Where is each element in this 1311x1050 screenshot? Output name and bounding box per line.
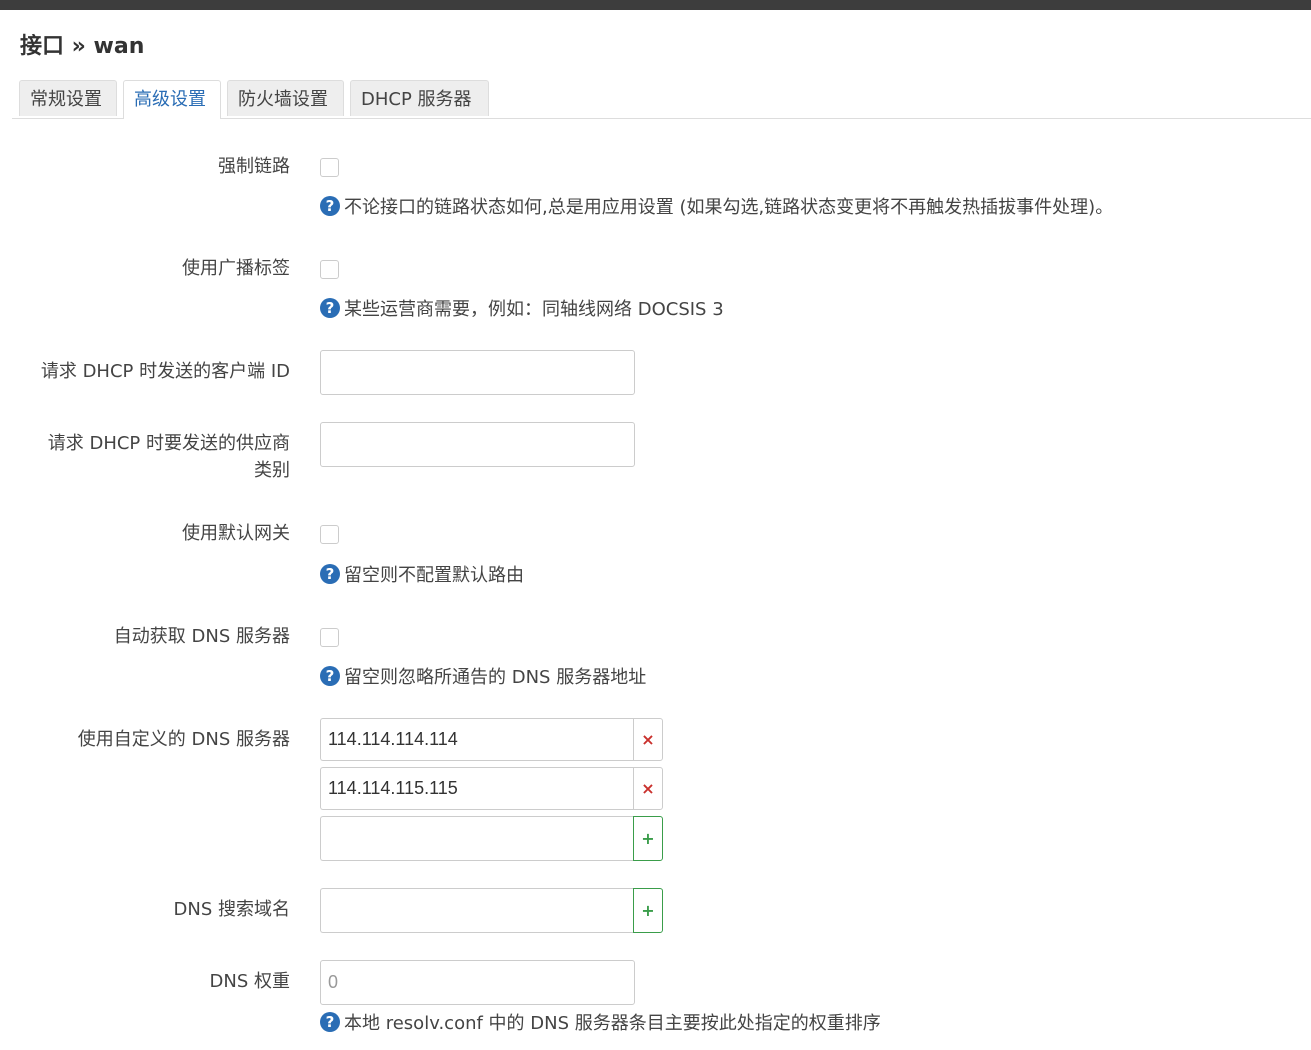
custom-dns-entry: 114.114.114.114 × (320, 718, 663, 761)
custom-dns-input[interactable]: 114.114.115.115 (320, 767, 633, 810)
add-dns-search-button[interactable]: + (633, 888, 663, 933)
custom-dns-new-entry: + (320, 816, 663, 861)
vendor-class-label: 请求 DHCP 时要发送的供应商 类别 (48, 430, 290, 484)
default-gateway-help-text: 留空则不配置默认路由 (344, 565, 524, 586)
broadcast-flag-checkbox[interactable] (320, 260, 339, 279)
dns-search-input[interactable] (320, 888, 633, 933)
vendor-class-input[interactable] (320, 422, 635, 467)
client-id-input[interactable] (320, 350, 635, 395)
tab-firewall[interactable]: 防火墙设置 (227, 80, 344, 116)
default-gateway-label: 使用默认网关 (182, 523, 290, 544)
peer-dns-checkbox[interactable] (320, 628, 339, 647)
vendor-class-label-line2: 类别 (254, 460, 290, 481)
peer-dns-help: ? 留空则忽略所通告的 DNS 服务器地址 (320, 666, 646, 690)
top-bar (0, 0, 1311, 10)
force-link-help: ? 不论接口的链路状态如何,总是用应用设置 (如果勾选,链路状态变更将不再触发热插… (320, 196, 1113, 220)
force-link-checkbox[interactable] (320, 158, 339, 177)
dns-weight-help: ? 本地 resolv.conf 中的 DNS 服务器条目主要按此处指定的权重排序 (320, 1012, 881, 1036)
page-title: 接口 » wan (20, 34, 145, 59)
default-gateway-help: ? 留空则不配置默认路由 (320, 564, 524, 588)
dns-search-entry: + (320, 888, 663, 933)
broadcast-flag-label: 使用广播标签 (182, 258, 290, 279)
peer-dns-label: 自动获取 DNS 服务器 (113, 626, 290, 647)
vendor-class-label-line1: 请求 DHCP 时要发送的供应商 (47, 433, 290, 454)
add-dns-button[interactable]: + (633, 816, 663, 861)
peer-dns-help-text: 留空则忽略所通告的 DNS 服务器地址 (344, 667, 647, 688)
force-link-help-text: 不论接口的链路状态如何,总是用应用设置 (如果勾选,链路状态变更将不再触发热插拔… (344, 197, 1114, 218)
custom-dns-input[interactable]: 114.114.114.114 (320, 718, 633, 761)
question-circle-icon: ? (320, 666, 340, 686)
dns-weight-label: DNS 权重 (209, 971, 290, 992)
dns-search-label: DNS 搜索域名 (173, 899, 290, 920)
tab-general[interactable]: 常规设置 (19, 80, 117, 116)
broadcast-flag-help: ? 某些运营商需要，例如：同轴线网络 DOCSIS 3 (320, 298, 724, 322)
remove-dns-button[interactable]: × (633, 767, 663, 810)
custom-dns-entry: 114.114.115.115 × (320, 767, 663, 810)
tab-dhcp-server[interactable]: DHCP 服务器 (350, 80, 489, 116)
tab-bar: 常规设置 高级设置 防火墙设置 DHCP 服务器 (12, 80, 1311, 119)
question-circle-icon: ? (320, 564, 340, 584)
broadcast-flag-help-text: 某些运营商需要，例如：同轴线网络 DOCSIS 3 (344, 299, 724, 320)
tab-advanced[interactable]: 高级设置 (123, 80, 221, 119)
force-link-label: 强制链路 (218, 156, 290, 177)
question-circle-icon: ? (320, 196, 340, 216)
dns-weight-input[interactable]: 0 (320, 960, 635, 1005)
question-circle-icon: ? (320, 1012, 340, 1032)
custom-dns-label: 使用自定义的 DNS 服务器 (77, 729, 290, 750)
default-gateway-checkbox[interactable] (320, 525, 339, 544)
question-circle-icon: ? (320, 298, 340, 318)
dns-weight-help-text: 本地 resolv.conf 中的 DNS 服务器条目主要按此处指定的权重排序 (344, 1013, 881, 1034)
custom-dns-new-input[interactable] (320, 816, 633, 861)
remove-dns-button[interactable]: × (633, 718, 663, 761)
client-id-label: 请求 DHCP 时发送的客户端 ID (40, 361, 290, 382)
